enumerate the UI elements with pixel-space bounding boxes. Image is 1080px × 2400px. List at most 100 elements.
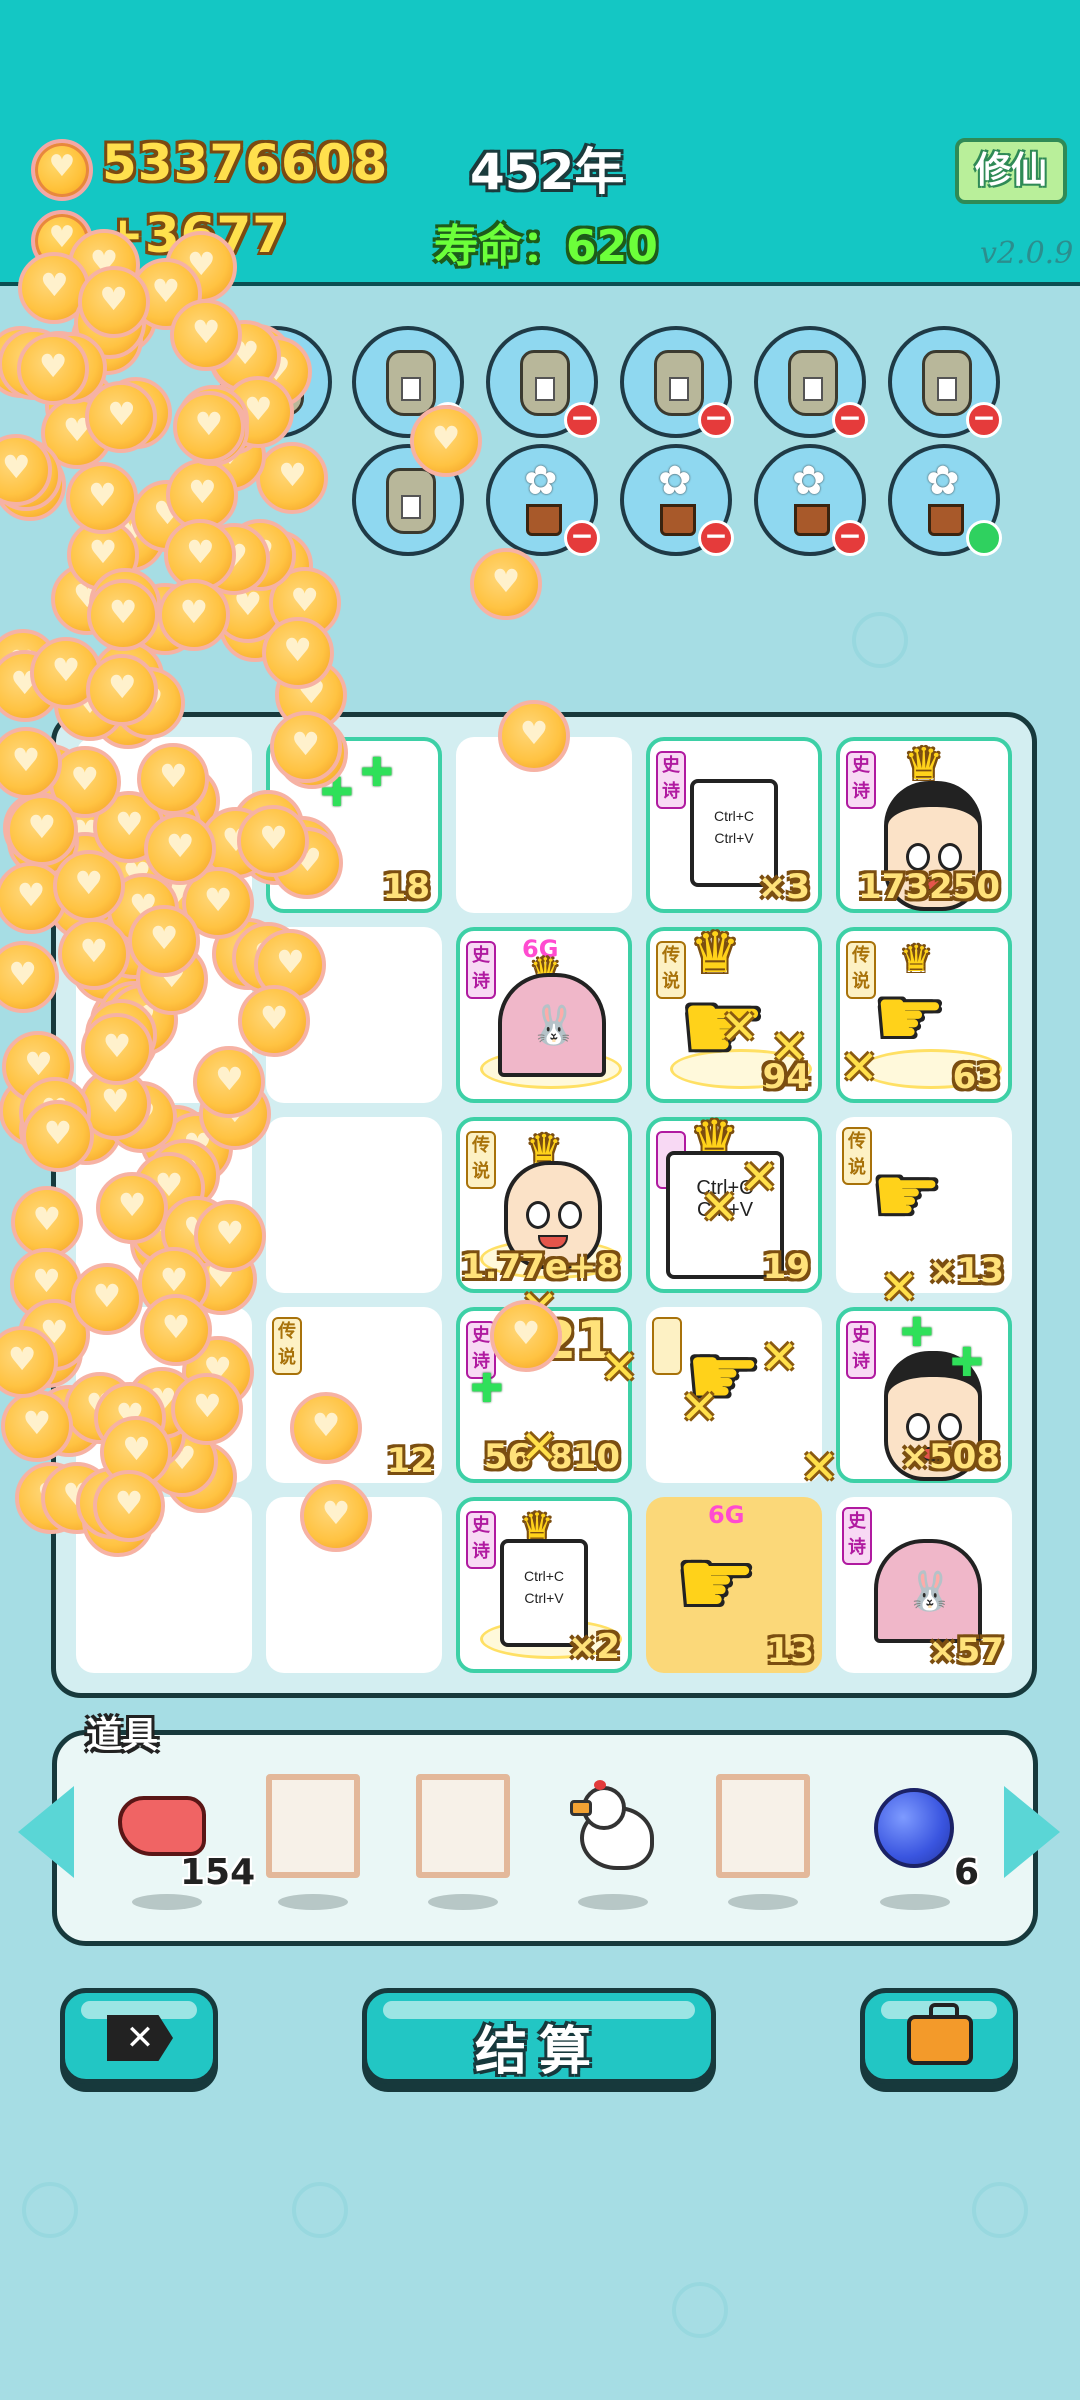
briefcase-icon xyxy=(907,2003,973,2065)
seed-bag-icon xyxy=(922,350,972,416)
cell-count: ×13 xyxy=(928,1251,1004,1291)
paste-text: Ctrl+V xyxy=(714,830,754,846)
heart-coin-icon xyxy=(96,1172,169,1245)
year-counter: 452年 xyxy=(470,143,625,201)
pointing-hand-icon: ☛ xyxy=(872,1151,942,1241)
copy-text: Ctrl+C xyxy=(523,1568,565,1584)
bag-slot[interactable]: − xyxy=(888,326,1002,438)
flower-slot[interactable]: ✿ − xyxy=(754,444,868,556)
rabbit-tent-icon xyxy=(498,973,606,1077)
bag-slot[interactable]: − xyxy=(620,326,734,438)
sparkle-icon: ✕ xyxy=(520,1420,559,1474)
sparkle-icon: ✕ xyxy=(840,1040,879,1094)
seed-bag-icon xyxy=(788,350,838,416)
board-cell[interactable]: 传说 ♛ 1.77e+8 xyxy=(456,1117,632,1293)
board-cell[interactable]: 6G ☛ 13 xyxy=(646,1497,822,1673)
item-white-bird[interactable] xyxy=(570,1780,654,1872)
item-count-liver: 154 xyxy=(180,1852,256,1893)
pointing-hand-icon: ☛ xyxy=(874,971,946,1064)
next-arrow-icon[interactable] xyxy=(1004,1786,1060,1878)
heart-coin-icon xyxy=(171,1372,244,1445)
paste-text: Ctrl+V xyxy=(524,1590,564,1606)
items-label: 道具 xyxy=(86,1715,159,1756)
pot-icon xyxy=(928,504,964,536)
heart-coin-icon xyxy=(87,578,160,651)
copy-text: Ctrl+C xyxy=(713,808,755,824)
heart-coin-icon xyxy=(139,1293,212,1366)
prev-arrow-icon[interactable] xyxy=(18,1786,74,1878)
settle-button[interactable]: 结算 xyxy=(362,1988,716,2084)
cultivate-button[interactable]: 修仙 xyxy=(955,138,1067,204)
empty-item-slot[interactable] xyxy=(716,1774,810,1878)
backpack-button[interactable] xyxy=(860,1988,1018,2084)
remove-icon[interactable]: − xyxy=(564,402,600,438)
remove-icon[interactable]: − xyxy=(832,402,868,438)
discard-button[interactable]: ✕ xyxy=(60,1988,218,2084)
heart-coin-icon xyxy=(498,700,570,772)
item-shadow xyxy=(578,1894,648,1910)
sparkle-icon: ✕ xyxy=(770,1020,809,1074)
board-cell[interactable]: 传说 ☛ ×13 xyxy=(836,1117,1012,1293)
flower-icon: ✿ xyxy=(792,458,826,504)
flower-slot[interactable]: ✿ − xyxy=(486,444,600,556)
flower-icon: ✿ xyxy=(926,458,960,504)
item-blueberry[interactable] xyxy=(874,1788,954,1868)
rarity-tag: 史诗 xyxy=(656,751,686,809)
heart-coin-icon xyxy=(269,711,342,784)
board-cell[interactable]: 史诗 ×57 xyxy=(836,1497,1012,1673)
cell-count: 173250 xyxy=(858,867,1000,907)
board-cell[interactable]: 史诗 ♛ 173250 xyxy=(836,737,1012,913)
board-cell[interactable] xyxy=(266,1117,442,1293)
flower-slot[interactable]: ✿ xyxy=(888,444,1002,556)
sparkle-icon: ✕ xyxy=(800,1440,839,1494)
rarity-tag: 传说 xyxy=(466,1131,496,1189)
heart-coin-icon xyxy=(0,940,59,1013)
heart-coin-icon xyxy=(92,1470,165,1543)
remove-icon[interactable]: − xyxy=(698,402,734,438)
item-shadow xyxy=(728,1894,798,1910)
heart-coin-icon xyxy=(85,381,158,454)
rarity-tag: 传说 xyxy=(272,1317,302,1375)
heart-coin-icon xyxy=(490,1300,562,1372)
board-cell[interactable]: 史诗 Ctrl+C Ctrl+V ×3 xyxy=(646,737,822,913)
remove-icon[interactable]: − xyxy=(698,520,734,556)
heart-coin-icon xyxy=(170,298,243,371)
seed-bag-icon xyxy=(386,468,436,534)
board-cell[interactable]: 传说 12 xyxy=(266,1307,442,1483)
board-cell[interactable]: 史诗 6G ♛ xyxy=(456,927,632,1103)
heart-coin-icon xyxy=(238,984,311,1057)
pot-icon xyxy=(660,504,696,536)
rarity-tag xyxy=(652,1317,682,1375)
pot-icon xyxy=(526,504,562,536)
flower-slot[interactable]: ✿ − xyxy=(620,444,734,556)
remove-icon[interactable]: − xyxy=(564,520,600,556)
plus-icon: ✚ xyxy=(950,1340,984,1386)
heart-coin-icon xyxy=(193,1200,266,1273)
bag-slot[interactable]: − xyxy=(486,326,600,438)
coin-total: 53376608 xyxy=(102,134,389,192)
heart-coin-icon xyxy=(86,653,159,726)
rabbit-tent-icon xyxy=(874,1539,982,1643)
cell-count: 12 xyxy=(386,1441,434,1481)
empty-item-slot[interactable] xyxy=(416,1774,510,1878)
bag-slot[interactable]: − xyxy=(754,326,868,438)
version-label: v2.0.9 xyxy=(980,236,1074,271)
plus-icon: ✚ xyxy=(360,750,394,796)
item-shadow xyxy=(428,1894,498,1910)
item-liver[interactable] xyxy=(118,1796,206,1856)
remove-icon[interactable]: − xyxy=(966,402,1002,438)
board-cell[interactable]: 史诗 ♛ Ctrl+C Ctrl+V ×2 xyxy=(456,1497,632,1673)
flower-icon: ✿ xyxy=(658,458,692,504)
cell-count: ×508 xyxy=(900,1437,1000,1477)
empty-item-slot[interactable] xyxy=(266,1774,360,1878)
remove-icon[interactable]: − xyxy=(832,520,868,556)
plus-icon: ✚ xyxy=(470,1366,504,1412)
heart-coin-icon xyxy=(300,1480,372,1552)
seed-bag-icon xyxy=(520,350,570,416)
sparkle-icon: ✕ xyxy=(740,1150,779,1204)
cell-count: ×57 xyxy=(928,1631,1004,1671)
heart-coin-icon xyxy=(77,265,150,338)
item-shadow xyxy=(880,1894,950,1910)
pot-icon xyxy=(794,504,830,536)
rarity-tag: 传说 xyxy=(842,1127,872,1185)
